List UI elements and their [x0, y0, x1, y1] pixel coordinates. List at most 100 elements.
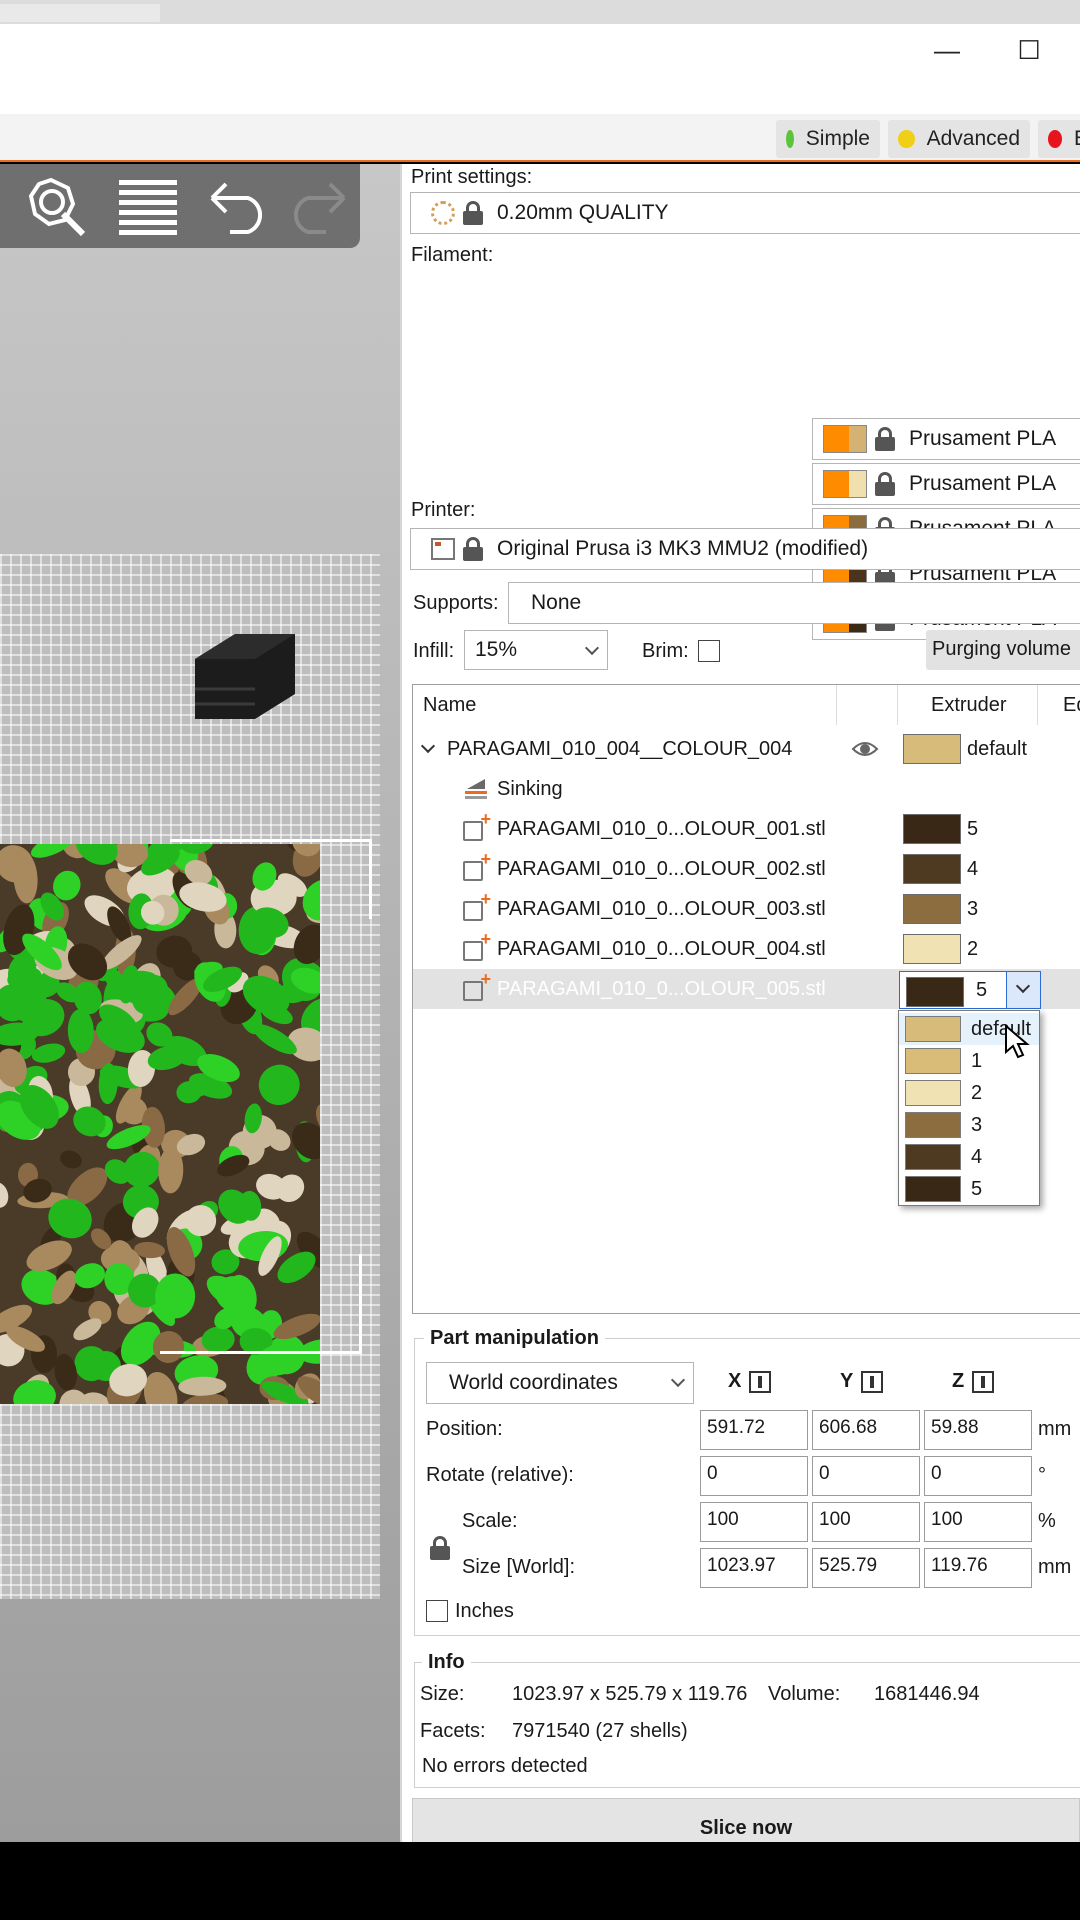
wipe-tower[interactable]: [175, 624, 295, 724]
info-facets-label: Facets:: [420, 1720, 486, 1742]
filament-combo-2[interactable]: Prusament PLA: [812, 463, 1080, 505]
object-extruder[interactable]: default: [967, 738, 1027, 761]
selection-corner: [160, 1254, 362, 1354]
part-extruder[interactable]: 5: [967, 818, 978, 841]
inches-label: Inches: [455, 1600, 514, 1622]
dropdown-option[interactable]: 2: [899, 1077, 1039, 1109]
print-settings-combo[interactable]: 0.20mm QUALITY: [410, 192, 1080, 234]
supports-combo[interactable]: None: [508, 582, 1080, 624]
advanced-dot-icon: [898, 130, 915, 148]
lock-icon: [463, 201, 483, 225]
part-name: PARAGAMI_010_0...OLOUR_001.stl: [497, 817, 826, 840]
manip-field-x[interactable]: 100: [700, 1502, 808, 1542]
manip-field-z[interactable]: 100: [924, 1502, 1032, 1542]
part-name: PARAGAMI_010_0...OLOUR_005.stl: [497, 977, 826, 1000]
coordinates-combo[interactable]: World coordinates: [426, 1362, 694, 1404]
option-color-swatch: [905, 1176, 961, 1202]
filament-name: Prusament PLA: [909, 472, 1057, 495]
layers-icon[interactable]: [112, 174, 182, 238]
object-name: PARAGAMI_010_004__COLOUR_004: [447, 737, 793, 760]
object-list[interactable]: Name Extruder Ed PARAGAMI_010_004__COLOU…: [412, 684, 1080, 1314]
manip-field-z[interactable]: 59.88: [924, 1410, 1032, 1450]
object-row[interactable]: PARAGAMI_010_004__COLOUR_004 default: [413, 729, 1080, 769]
manip-field-x[interactable]: 1023.97: [700, 1548, 808, 1588]
part-color-swatch: [903, 854, 961, 884]
chevron-down-icon[interactable]: [1006, 972, 1040, 1008]
part-row[interactable]: PARAGAMI_010_0...OLOUR_002.stl 4: [413, 849, 1080, 889]
redo-icon[interactable]: [282, 174, 352, 238]
mode-expert-button[interactable]: E: [1038, 120, 1080, 158]
part-row[interactable]: PARAGAMI_010_0...OLOUR_003.stl 3: [413, 889, 1080, 929]
sinking-icon: [465, 779, 487, 799]
option-label: 1: [971, 1049, 983, 1072]
axis-y-header: Y: [840, 1370, 884, 1393]
info-size-value: 1023.97 x 525.79 x 119.76: [512, 1683, 748, 1705]
brim-label: Brim:: [642, 640, 689, 662]
filament-combo-1[interactable]: Prusament PLA: [812, 418, 1080, 460]
col-extruder-header[interactable]: Extruder: [931, 685, 1007, 725]
manip-field-y[interactable]: 606.68: [812, 1410, 920, 1450]
title-bar: — ☐: [0, 24, 1080, 114]
manip-field-y[interactable]: 100: [812, 1502, 920, 1542]
col-edit-header[interactable]: Ed: [1063, 685, 1080, 725]
option-color-swatch: [905, 1144, 961, 1170]
option-color-swatch: [905, 1016, 961, 1042]
manip-field-z[interactable]: 119.76: [924, 1548, 1032, 1588]
filament-label: Filament:: [411, 244, 494, 266]
inches-checkbox[interactable]: [426, 1600, 448, 1622]
manip-field-x[interactable]: 0: [700, 1456, 808, 1496]
option-label: 2: [971, 1081, 983, 1104]
part-add-icon: [463, 929, 491, 961]
option-color-swatch: [905, 1080, 961, 1106]
3d-viewport[interactable]: [0, 164, 400, 1842]
manip-field-z[interactable]: 0: [924, 1456, 1032, 1496]
sinking-label: Sinking: [497, 777, 563, 800]
mode-expert-label: E: [1074, 127, 1080, 151]
print-settings-label: Print settings:: [411, 166, 533, 188]
info-title: Info: [422, 1651, 471, 1674]
mode-simple-button[interactable]: Simple: [776, 120, 880, 158]
dimension-icon: [972, 1370, 995, 1393]
manip-unit: %: [1038, 1510, 1056, 1532]
part-extruder[interactable]: 2: [967, 938, 978, 961]
part-row[interactable]: PARAGAMI_010_0...OLOUR_004.stl 2: [413, 929, 1080, 969]
brim-checkbox[interactable]: [698, 640, 720, 662]
infill-combo[interactable]: 15%: [464, 630, 608, 670]
dropdown-option[interactable]: 3: [899, 1109, 1039, 1141]
purging-volumes-button[interactable]: Purging volume: [926, 630, 1080, 670]
dimension-icon: [861, 1370, 884, 1393]
filament-name: Prusament PLA: [909, 427, 1057, 450]
mode-bar: Simple Advanced E: [0, 114, 1080, 162]
search-icon[interactable]: [20, 174, 90, 238]
extruder-combo-open[interactable]: 5: [899, 971, 1041, 1009]
printer-combo[interactable]: Original Prusa i3 MK3 MMU2 (modified): [410, 528, 1080, 570]
scale-lock-icon[interactable]: [430, 1536, 450, 1560]
chevron-down-icon: [670, 1372, 686, 1388]
part-extruder[interactable]: 3: [967, 898, 978, 921]
dropdown-option[interactable]: 5: [899, 1173, 1039, 1205]
manip-field-y[interactable]: 0: [812, 1456, 920, 1496]
manip-field-x[interactable]: 591.72: [700, 1410, 808, 1450]
sinking-row[interactable]: Sinking: [413, 769, 1080, 809]
axis-z-header: Z: [952, 1370, 995, 1393]
undo-icon[interactable]: [204, 174, 274, 238]
filament-swatch: [823, 470, 867, 498]
chevron-down-icon[interactable]: [420, 738, 436, 754]
eye-icon[interactable]: [851, 739, 879, 759]
part-color-swatch: [903, 814, 961, 844]
part-extruder[interactable]: 4: [967, 858, 978, 881]
dropdown-option[interactable]: 4: [899, 1141, 1039, 1173]
col-name-header[interactable]: Name: [423, 685, 476, 725]
part-extruder: 5: [976, 979, 988, 1001]
maximize-button[interactable]: ☐: [1004, 25, 1054, 75]
part-name: PARAGAMI_010_0...OLOUR_002.stl: [497, 857, 826, 880]
chevron-down-icon: [584, 640, 600, 656]
minimize-button[interactable]: —: [922, 25, 972, 75]
part-row[interactable]: PARAGAMI_010_0...OLOUR_005.stl 5: [413, 969, 1080, 1009]
mode-advanced-button[interactable]: Advanced: [888, 120, 1030, 158]
manip-unit: °: [1038, 1464, 1046, 1486]
part-row[interactable]: PARAGAMI_010_0...OLOUR_001.stl 5: [413, 809, 1080, 849]
manip-field-y[interactable]: 525.79: [812, 1548, 920, 1588]
part-add-icon: [463, 849, 491, 881]
part-add-icon: [463, 889, 491, 921]
